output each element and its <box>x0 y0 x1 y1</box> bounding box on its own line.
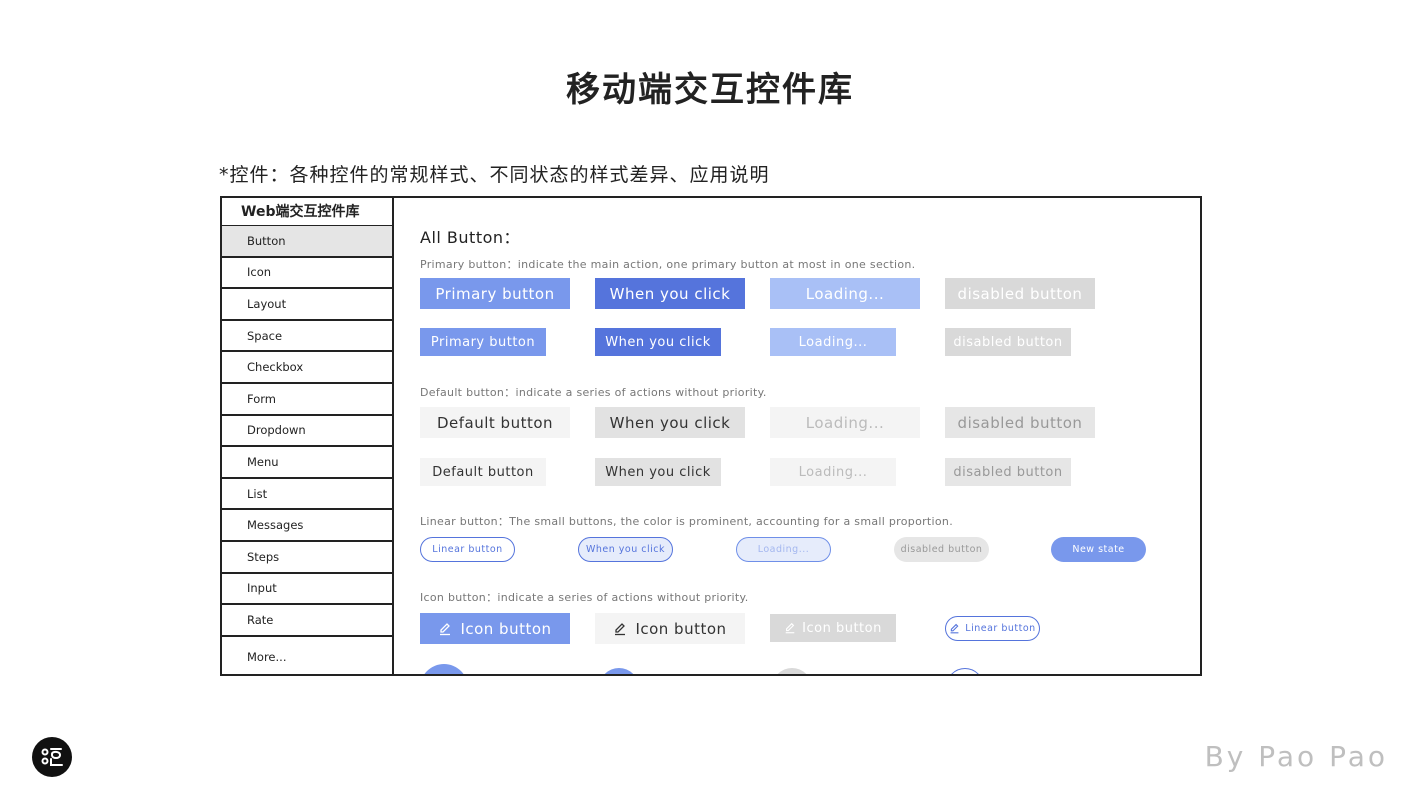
sidebar-item-steps[interactable]: Steps <box>222 542 392 574</box>
main-content: All Button： Primary button：indicate the … <box>396 198 1200 674</box>
icon-button-disabled[interactable]: Icon button <box>770 614 896 642</box>
sidebar-item-dropdown[interactable]: Dropdown <box>222 416 392 448</box>
sidebar-item-icon[interactable]: Icon <box>222 258 392 290</box>
primary-button-desc: Primary button：indicate the main action,… <box>420 258 916 271</box>
default-button-large-disabled[interactable]: disabled button <box>945 407 1095 438</box>
default-button-desc: Default button：indicate a series of acti… <box>420 386 767 399</box>
icon-button-label: Linear button <box>965 623 1036 634</box>
primary-button-large-disabled[interactable]: disabled button <box>945 278 1095 309</box>
primary-button-small-active[interactable]: When you click <box>595 328 721 356</box>
primary-button-small-disabled[interactable]: disabled button <box>945 328 1071 356</box>
sidebar-item-menu[interactable]: Menu <box>222 447 392 479</box>
sidebar-item-layout[interactable]: Layout <box>222 289 392 321</box>
linear-button-active[interactable]: When you click <box>578 537 673 562</box>
sidebar-item-rate[interactable]: Rate <box>222 605 392 637</box>
author-byline: By Pao Pao <box>1204 740 1388 773</box>
icon-button-label: Icon button <box>635 619 727 638</box>
sidebar-item-list[interactable]: List <box>222 479 392 511</box>
icon-button-linear[interactable]: Linear button <box>945 616 1040 641</box>
component-library-frame: Web端交互控件库 Button Icon Layout Space Check… <box>220 196 1202 676</box>
sidebar-title: Web端交互控件库 <box>222 198 392 226</box>
round-icon-button-primary[interactable] <box>420 664 468 674</box>
sidebar-item-form[interactable]: Form <box>222 384 392 416</box>
primary-button-large-active[interactable]: When you click <box>595 278 745 309</box>
pencil-icon <box>613 622 627 636</box>
page-subtitle: *控件：各种控件的常规样式、不同状态的样式差异、应用说明 <box>219 164 770 186</box>
default-button-small-active[interactable]: When you click <box>595 458 721 486</box>
primary-button-small-loading[interactable]: Loading... <box>770 328 896 356</box>
linear-button-loading[interactable]: Loading... <box>736 537 831 562</box>
sidebar-item-button[interactable]: Button <box>222 226 392 258</box>
icon-button-label: Icon button <box>460 619 552 638</box>
sidebar-item-more[interactable]: More... <box>222 637 392 674</box>
page-title: 移动端交互控件库 <box>566 70 854 110</box>
default-button-small-loading[interactable]: Loading... <box>770 458 896 486</box>
icon-button-label: Icon button <box>802 620 882 636</box>
pencil-icon <box>438 622 452 636</box>
default-button-large[interactable]: Default button <box>420 407 570 438</box>
linear-button-disabled[interactable]: disabled button <box>894 537 989 562</box>
sidebar-item-checkbox[interactable]: Checkbox <box>222 352 392 384</box>
sidebar-item-space[interactable]: Space <box>222 321 392 353</box>
pencil-icon <box>784 622 796 634</box>
brand-logo <box>32 737 72 777</box>
default-button-large-loading[interactable]: Loading... <box>770 407 920 438</box>
primary-button-small[interactable]: Primary button <box>420 328 546 356</box>
linear-button-new-state[interactable]: New state <box>1051 537 1146 562</box>
section-heading: All Button： <box>420 228 521 247</box>
sidebar-item-input[interactable]: Input <box>222 574 392 606</box>
icon-button-default[interactable]: Icon button <box>595 613 745 644</box>
sidebar: Web端交互控件库 Button Icon Layout Space Check… <box>222 198 394 674</box>
default-button-small-disabled[interactable]: disabled button <box>945 458 1071 486</box>
round-icon-button-disabled[interactable] <box>772 668 812 674</box>
linear-button[interactable]: Linear button <box>420 537 515 562</box>
sidebar-item-messages[interactable]: Messages <box>222 510 392 542</box>
default-button-large-active[interactable]: When you click <box>595 407 745 438</box>
round-icon-button-linear[interactable] <box>946 668 984 674</box>
icon-button-primary[interactable]: Icon button <box>420 613 570 644</box>
linear-button-desc: Linear button：The small buttons, the col… <box>420 515 953 528</box>
round-icon-button-small[interactable] <box>599 668 639 674</box>
icon-button-desc: Icon button：indicate a series of actions… <box>420 591 749 604</box>
primary-button-large-loading[interactable]: Loading... <box>770 278 920 309</box>
default-button-small[interactable]: Default button <box>420 458 546 486</box>
primary-button-large[interactable]: Primary button <box>420 278 570 309</box>
pencil-icon <box>949 623 960 634</box>
